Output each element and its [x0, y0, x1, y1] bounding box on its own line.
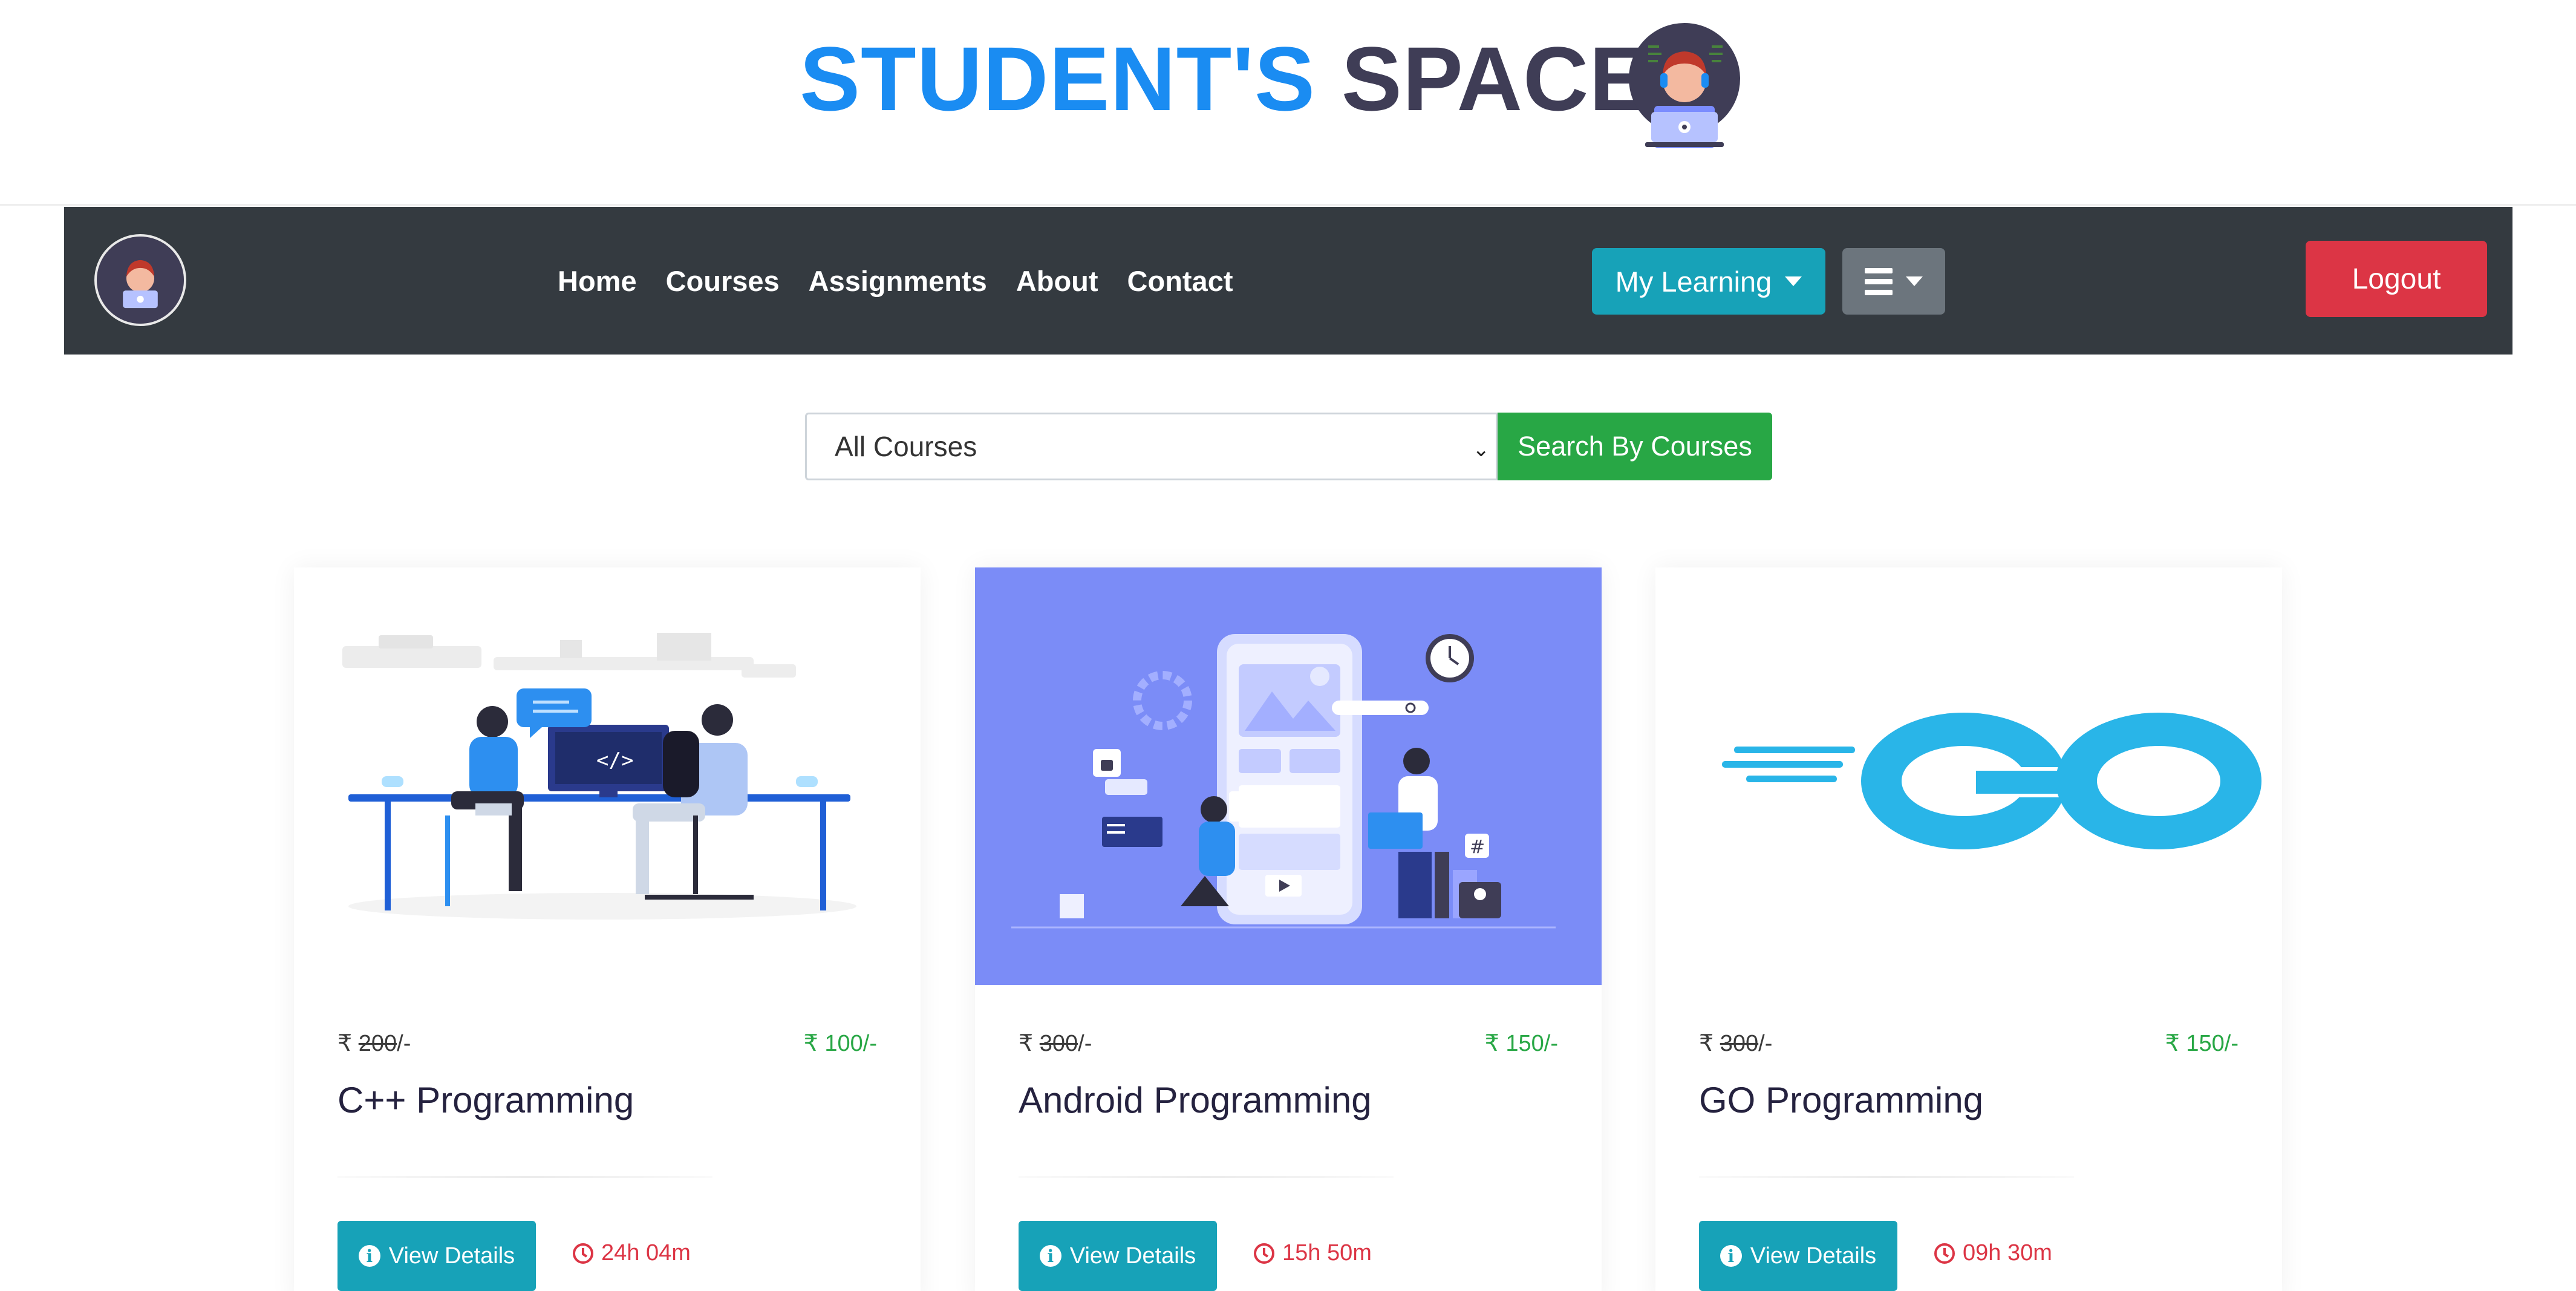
- course-card: </> ₹ 200/- ₹ 100/- C++ Programming: [294, 567, 921, 1291]
- course-card: # ₹ 300/- ₹ 150/- Android Programming: [975, 567, 1602, 1291]
- course-title: C++ Programming: [337, 1080, 634, 1120]
- clock-icon: [573, 1243, 593, 1264]
- discount-price: ₹ 100/-: [804, 1030, 877, 1057]
- rupee-icon: ₹: [1019, 1031, 1034, 1056]
- discount-price-value: 100: [824, 1031, 863, 1056]
- site-title-part-2: SPACE: [1341, 28, 1651, 129]
- nav-link-about[interactable]: About: [1016, 264, 1098, 298]
- original-price-value: 200: [358, 1031, 397, 1056]
- course-duration: 09h 30m: [1934, 1240, 2052, 1266]
- discount-price-value: 150: [1505, 1031, 1544, 1056]
- view-details-label: View Details: [388, 1243, 515, 1269]
- rupee-icon: ₹: [1484, 1031, 1499, 1056]
- original-price-value: 300: [1720, 1031, 1759, 1056]
- rupee-icon: ₹: [803, 1031, 818, 1056]
- course-select[interactable]: All Courses ⌄: [805, 413, 1498, 480]
- original-price: ₹ 200/-: [337, 1030, 411, 1057]
- course-card: ₹ 300/- ₹ 150/- GO Programming: [1655, 567, 2282, 1291]
- course-duration: 15h 50m: [1253, 1240, 1372, 1266]
- go-logo-icon: [1655, 567, 2282, 985]
- mobile-app-developers-illustration: #: [975, 567, 1602, 985]
- rupee-icon: ₹: [1699, 1031, 1714, 1056]
- student-avatar-icon: [1629, 23, 1740, 148]
- course-title: Android Programming: [1019, 1080, 1372, 1120]
- svg-text:</>: </>: [596, 748, 633, 773]
- view-details-label: View Details: [1069, 1243, 1196, 1269]
- course-image: [1655, 567, 2282, 985]
- price-suffix: /-: [1078, 1031, 1092, 1056]
- nav-link-assignments[interactable]: Assignments: [809, 264, 987, 298]
- my-learning-dropdown-button[interactable]: My Learning: [1592, 248, 1825, 315]
- original-price: ₹ 300/-: [1699, 1030, 1772, 1057]
- course-image: #: [975, 567, 1602, 985]
- view-details-button[interactable]: i View Details: [1019, 1221, 1217, 1291]
- view-details-button[interactable]: i View Details: [337, 1221, 536, 1291]
- site-title: STUDENT'S SPACE: [800, 30, 1650, 127]
- price-suffix: /-: [1758, 1031, 1773, 1056]
- card-divider: [1019, 1176, 1394, 1178]
- nav-link-home[interactable]: Home: [558, 264, 637, 298]
- duration-value: 15h 50m: [1282, 1240, 1372, 1266]
- info-icon: i: [1039, 1245, 1061, 1267]
- info-icon: i: [1720, 1245, 1742, 1267]
- course-image: </>: [294, 567, 921, 985]
- course-title: GO Programming: [1699, 1080, 1984, 1120]
- svg-text:#: #: [1470, 837, 1485, 858]
- discount-price-value: 150: [2186, 1031, 2225, 1056]
- navbar-logo[interactable]: [94, 234, 186, 326]
- original-price-value: 300: [1039, 1031, 1078, 1056]
- my-learning-label: My Learning: [1615, 265, 1772, 298]
- price-suffix: /-: [397, 1031, 411, 1056]
- view-details-button[interactable]: i View Details: [1699, 1221, 1897, 1291]
- student-logo-icon: [97, 237, 184, 324]
- price-suffix: /-: [1544, 1031, 1558, 1056]
- site-title-part-1: STUDENT'S: [800, 28, 1316, 129]
- chevron-down-icon: ⌄: [1472, 438, 1490, 461]
- developers-at-desk-illustration: </>: [294, 567, 921, 985]
- nav-link-contact[interactable]: Contact: [1127, 264, 1233, 298]
- nav-link-courses[interactable]: Courses: [666, 264, 780, 298]
- page: STUDENT'S SPACE Home Courses Assignments…: [0, 0, 2576, 1291]
- clock-icon: [1934, 1243, 1955, 1264]
- caret-down-icon: [1906, 276, 1923, 286]
- card-divider: [337, 1176, 712, 1178]
- price-suffix: /-: [862, 1031, 877, 1056]
- rupee-icon: ₹: [337, 1031, 353, 1056]
- course-duration: 24h 04m: [572, 1240, 691, 1266]
- discount-price: ₹ 150/-: [1485, 1030, 1558, 1057]
- info-icon: i: [358, 1245, 380, 1267]
- view-details-label: View Details: [1750, 1243, 1877, 1269]
- duration-value: 09h 30m: [1963, 1240, 2052, 1266]
- duration-value: 24h 04m: [601, 1240, 691, 1266]
- card-divider: [1699, 1176, 2074, 1178]
- menu-dropdown-button[interactable]: [1842, 248, 1945, 315]
- caret-down-icon: [1785, 276, 1802, 286]
- logout-button[interactable]: Logout: [2306, 241, 2487, 317]
- price-suffix: /-: [2224, 1031, 2239, 1056]
- site-header: STUDENT'S SPACE: [0, 0, 2576, 206]
- hamburger-icon: [1865, 267, 1893, 295]
- nav-links: Home Courses Assignments About Contact: [558, 207, 1262, 355]
- original-price: ₹ 300/-: [1019, 1030, 1092, 1057]
- discount-price: ₹ 150/-: [2165, 1030, 2239, 1057]
- clock-icon: [1254, 1243, 1274, 1264]
- rupee-icon: ₹: [2165, 1031, 2180, 1056]
- course-select-value: All Courses: [835, 431, 977, 462]
- search-by-courses-button[interactable]: Search By Courses: [1498, 413, 1772, 480]
- navbar: Home Courses Assignments About Contact M…: [64, 207, 2512, 355]
